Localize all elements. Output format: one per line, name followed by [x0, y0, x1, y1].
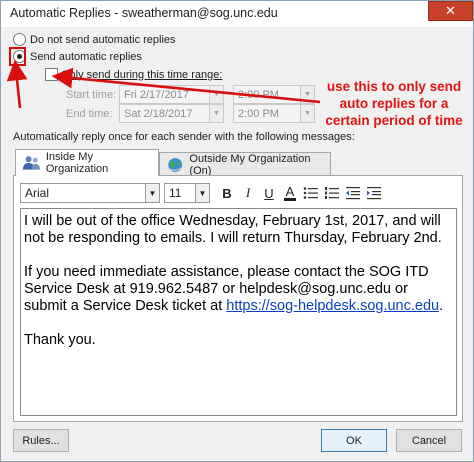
do-not-send-radio[interactable] [13, 33, 26, 46]
italic-icon: I [245, 185, 251, 200]
time-range-option[interactable]: Only send during this time range: [45, 68, 222, 81]
bold-icon: B [222, 185, 232, 201]
end-time-value: 2:00 PM [238, 107, 279, 120]
tab-outside-label: Outside My Organization (On) [189, 152, 311, 177]
do-not-send-label: Do not send automatic replies [30, 33, 176, 46]
chevron-down-icon: ▼ [209, 105, 223, 122]
bullet-list-icon [303, 187, 318, 199]
window-title: Automatic Replies - sweatherman@sog.unc.… [10, 6, 278, 20]
automatic-replies-dialog: Automatic Replies - sweatherman@sog.unc.… [0, 0, 474, 462]
people-icon [22, 156, 40, 170]
title-bar: Automatic Replies - sweatherman@sog.unc.… [1, 1, 473, 27]
end-date-value: Sat 2/18/2017 [124, 107, 193, 120]
send-option[interactable]: Send automatic replies [13, 50, 142, 63]
bold-button[interactable]: B [218, 184, 236, 202]
numbered-list-icon [325, 187, 339, 199]
font-size-select[interactable]: 11 ▼ [164, 183, 210, 203]
close-button[interactable]: ✕ [428, 1, 473, 21]
end-date-field[interactable]: Sat 2/18/2017 ▼ [119, 104, 224, 123]
start-time-value: 2:00 PM [238, 88, 279, 101]
start-time-field[interactable]: 2:00 PM ▼ [233, 85, 315, 104]
rules-button[interactable]: Rules... [13, 429, 69, 452]
time-range-checkbox[interactable] [45, 68, 58, 81]
font-color-icon: A [285, 183, 295, 199]
font-family-select[interactable]: Arial ▼ [20, 183, 160, 203]
font-size-value: 11 [169, 186, 182, 200]
start-date-value: Fri 2/17/2017 [124, 88, 189, 101]
start-date-field[interactable]: Fri 2/17/2017 ▼ [119, 85, 224, 104]
message-editor[interactable]: I will be out of the office Wednesday, F… [20, 208, 457, 416]
underline-button[interactable]: U [260, 184, 278, 202]
chevron-down-icon: ▼ [300, 105, 314, 122]
italic-button[interactable]: I [239, 184, 257, 202]
end-time-label: End time: [66, 108, 113, 120]
helpdesk-link[interactable]: https://sog-helpdesk.sog.unc.edu [226, 298, 439, 314]
section-label: Automatically reply once for each sender… [13, 131, 355, 143]
do-not-send-option[interactable]: Do not send automatic replies [13, 33, 176, 46]
message-paragraph-3: Thank you. [24, 332, 96, 348]
tab-outside-organization[interactable]: Outside My Organization (On) [159, 152, 331, 177]
ok-button[interactable]: OK [321, 429, 387, 452]
chevron-down-icon: ▼ [300, 86, 314, 103]
cancel-button-label: Cancel [411, 434, 447, 447]
message-paragraph-1: I will be out of the office Wednesday, F… [24, 213, 442, 246]
format-toolbar: Arial ▼ 11 ▼ B I U A [20, 182, 383, 204]
font-family-value: Arial [25, 186, 50, 200]
chevron-down-icon: ▼ [209, 86, 223, 103]
send-label: Send automatic replies [30, 50, 142, 63]
time-range-label: Only send during this time range: [61, 68, 223, 81]
font-color-button[interactable]: A [281, 184, 299, 202]
close-icon: ✕ [445, 3, 456, 18]
chevron-down-icon: ▼ [145, 184, 159, 202]
annotation-text: use this to only send auto replies for a… [325, 79, 463, 128]
tab-inside-label: Inside My Organization [45, 151, 109, 175]
message-paragraph-2-end: . [439, 298, 444, 314]
numbering-button[interactable] [323, 184, 341, 202]
tab-inside-organization[interactable]: Inside My Organization [15, 149, 159, 176]
rules-button-label: Rules... [22, 434, 60, 447]
increase-indent-icon [367, 187, 381, 200]
bullets-button[interactable] [302, 184, 320, 202]
message-paragraph-2: If you need immediate assistance, please… [24, 264, 453, 315]
cancel-button[interactable]: Cancel [396, 429, 462, 452]
decrease-indent-button[interactable] [344, 184, 362, 202]
globe-icon [168, 157, 183, 172]
chevron-down-icon: ▼ [195, 184, 209, 202]
decrease-indent-icon [346, 187, 360, 200]
ok-button-label: OK [346, 434, 362, 447]
message-panel: Arial ▼ 11 ▼ B I U A I will be out of th… [13, 175, 463, 422]
increase-indent-button[interactable] [365, 184, 383, 202]
end-time-field[interactable]: 2:00 PM ▼ [233, 104, 315, 123]
highlight-box [9, 47, 26, 66]
start-time-label: Start time: [66, 89, 117, 101]
underline-icon: U [264, 185, 274, 201]
